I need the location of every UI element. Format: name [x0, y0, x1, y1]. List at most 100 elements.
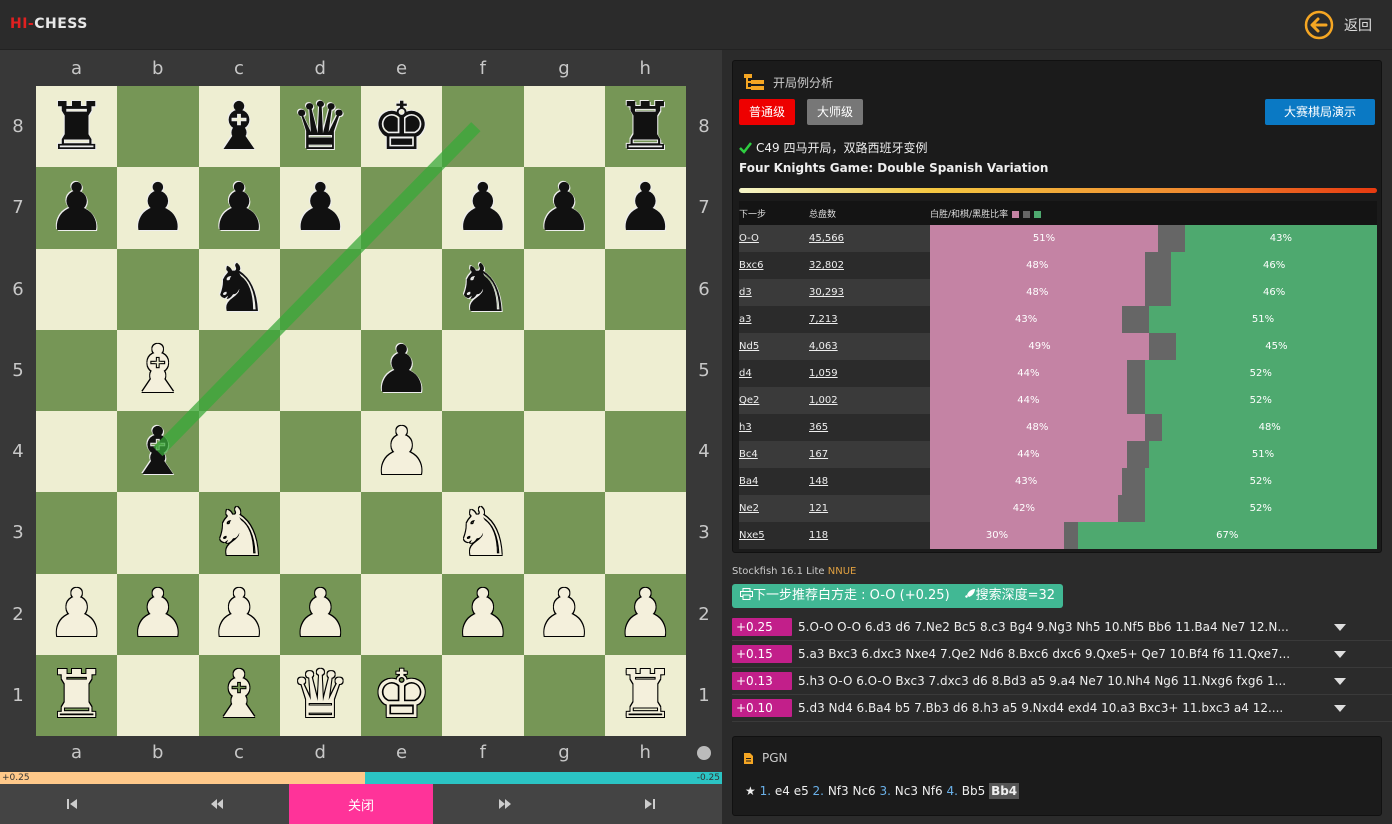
white-bishop-icon[interactable]: ♝ — [199, 655, 280, 736]
table-row[interactable]: Nxe5 118 30% 67% — [739, 522, 1377, 549]
square-d4[interactable] — [279, 411, 361, 493]
table-row[interactable]: Ne2 121 42% 52% — [739, 495, 1377, 522]
row-move-link[interactable]: d4 — [739, 368, 809, 379]
black-pawn-icon[interactable]: ♟ — [280, 167, 361, 248]
square-b8[interactable] — [117, 86, 199, 168]
row-move-link[interactable]: Nd5 — [739, 341, 809, 352]
square-e3[interactable] — [361, 492, 443, 574]
pgn-move[interactable]: Nc3 — [895, 784, 922, 798]
black-pawn-icon[interactable]: ♟ — [199, 167, 280, 248]
table-row[interactable]: d4 1,059 44% 52% — [739, 360, 1377, 387]
table-row[interactable]: d3 30,293 48% 46% — [739, 279, 1377, 306]
table-row[interactable]: a3 7,213 43% 51% — [739, 306, 1377, 333]
pgn-move[interactable]: Bb5 — [962, 784, 989, 798]
table-row[interactable]: O-O 45,566 51% 43% — [739, 225, 1377, 252]
square-b6[interactable] — [117, 248, 199, 330]
black-queen-icon[interactable]: ♛ — [280, 86, 361, 167]
square-h6[interactable] — [604, 248, 686, 330]
white-pawn-icon[interactable]: ♟ — [442, 574, 523, 655]
prev-move-button[interactable] — [144, 784, 288, 824]
white-queen-icon[interactable]: ♛ — [280, 655, 361, 736]
row-move-link[interactable]: Bc4 — [739, 449, 809, 460]
square-d6[interactable] — [279, 248, 361, 330]
row-move-link[interactable]: Bxc6 — [739, 260, 809, 271]
engine-line-moves[interactable]: 5.a3 Bxc3 6.dxc3 Nxe4 7.Qe2 Nd6 8.Bxc6 d… — [798, 647, 1326, 661]
square-g5[interactable] — [523, 329, 605, 411]
pgn-move[interactable]: Bb4 — [989, 783, 1020, 799]
chevron-down-icon[interactable] — [1334, 623, 1346, 631]
table-row[interactable]: Nd5 4,063 49% 45% — [739, 333, 1377, 360]
white-rook-icon[interactable]: ♜ — [36, 655, 117, 736]
square-e2[interactable] — [361, 573, 443, 655]
back-button[interactable]: 返回 — [1304, 10, 1372, 40]
table-row[interactable]: Bxc6 32,802 48% 46% — [739, 252, 1377, 279]
chevron-down-icon[interactable] — [1334, 650, 1346, 658]
white-knight-icon[interactable]: ♞ — [442, 492, 523, 573]
white-bishop-icon[interactable]: ♝ — [117, 330, 198, 411]
pgn-move[interactable]: Nf6 — [922, 784, 943, 798]
row-move-link[interactable]: Ne2 — [739, 503, 809, 514]
row-move-link[interactable]: d3 — [739, 287, 809, 298]
table-row[interactable]: Qe2 1,002 44% 52% — [739, 387, 1377, 414]
square-g1[interactable] — [523, 654, 605, 736]
square-a5[interactable] — [36, 329, 118, 411]
black-bishop-icon[interactable]: ♝ — [117, 411, 198, 492]
square-f1[interactable] — [442, 654, 524, 736]
white-pawn-icon[interactable]: ♟ — [524, 574, 605, 655]
pgn-move[interactable]: Nc6 — [852, 784, 875, 798]
next-move-button[interactable] — [433, 784, 577, 824]
tournament-demo-button[interactable]: 大赛棋局演示 — [1265, 99, 1375, 125]
master-level-button[interactable]: 大师级 — [807, 99, 864, 125]
white-knight-icon[interactable]: ♞ — [199, 492, 280, 573]
black-pawn-icon[interactable]: ♟ — [524, 167, 605, 248]
table-row[interactable]: Ba4 148 43% 52% — [739, 468, 1377, 495]
engine-line-moves[interactable]: 5.h3 O-O 6.O-O Bxc3 7.dxc3 d6 8.Bd3 a5 9… — [798, 674, 1326, 688]
square-a6[interactable] — [36, 248, 118, 330]
square-h5[interactable] — [604, 329, 686, 411]
square-b1[interactable] — [117, 654, 199, 736]
square-c5[interactable] — [198, 329, 280, 411]
square-d5[interactable] — [279, 329, 361, 411]
white-pawn-icon[interactable]: ♟ — [361, 411, 442, 492]
black-king-icon[interactable]: ♚ — [361, 86, 442, 167]
square-h3[interactable] — [604, 492, 686, 574]
row-move-link[interactable]: Nxe5 — [739, 530, 809, 541]
white-pawn-icon[interactable]: ♟ — [36, 574, 117, 655]
black-pawn-icon[interactable]: ♟ — [361, 330, 442, 411]
row-move-link[interactable]: O-O — [739, 233, 809, 244]
black-knight-icon[interactable]: ♞ — [442, 249, 523, 330]
black-pawn-icon[interactable]: ♟ — [36, 167, 117, 248]
pgn-move[interactable]: Nf3 — [828, 784, 853, 798]
normal-level-button[interactable]: 普通级 — [739, 99, 796, 125]
square-g4[interactable] — [523, 411, 605, 493]
first-move-button[interactable] — [0, 784, 144, 824]
row-move-link[interactable]: a3 — [739, 314, 809, 325]
white-pawn-icon[interactable]: ♟ — [605, 574, 686, 655]
square-c4[interactable] — [198, 411, 280, 493]
square-g6[interactable] — [523, 248, 605, 330]
black-pawn-icon[interactable]: ♟ — [605, 167, 686, 248]
engine-line[interactable]: +0.15 5.a3 Bxc3 6.dxc3 Nxe4 7.Qe2 Nd6 8.B… — [732, 641, 1392, 668]
chevron-down-icon[interactable] — [1334, 677, 1346, 685]
white-pawn-icon[interactable]: ♟ — [280, 574, 361, 655]
black-rook-icon[interactable]: ♜ — [605, 86, 686, 167]
white-pawn-icon[interactable]: ♟ — [199, 574, 280, 655]
last-move-button[interactable] — [578, 784, 722, 824]
square-g3[interactable] — [523, 492, 605, 574]
engine-line[interactable]: +0.13 5.h3 O-O 6.O-O Bxc3 7.dxc3 d6 8.Bd3… — [732, 668, 1392, 695]
square-a4[interactable] — [36, 411, 118, 493]
table-row[interactable]: h3 365 48% 48% — [739, 414, 1377, 441]
close-button[interactable]: 关闭 — [288, 784, 434, 824]
row-move-link[interactable]: Qe2 — [739, 395, 809, 406]
square-a3[interactable] — [36, 492, 118, 574]
square-f8[interactable] — [442, 86, 524, 168]
pgn-move[interactable]: e4 — [775, 784, 794, 798]
black-bishop-icon[interactable]: ♝ — [199, 86, 280, 167]
white-king-icon[interactable]: ♚ — [361, 655, 442, 736]
square-d3[interactable] — [279, 492, 361, 574]
square-e7[interactable] — [361, 167, 443, 249]
engine-line[interactable]: +0.10 5.d3 Nd4 6.Ba4 b5 7.Bb3 d6 8.h3 a5 … — [732, 695, 1392, 722]
black-rook-icon[interactable]: ♜ — [36, 86, 117, 167]
row-move-link[interactable]: Ba4 — [739, 476, 809, 487]
chevron-down-icon[interactable] — [1334, 704, 1346, 712]
